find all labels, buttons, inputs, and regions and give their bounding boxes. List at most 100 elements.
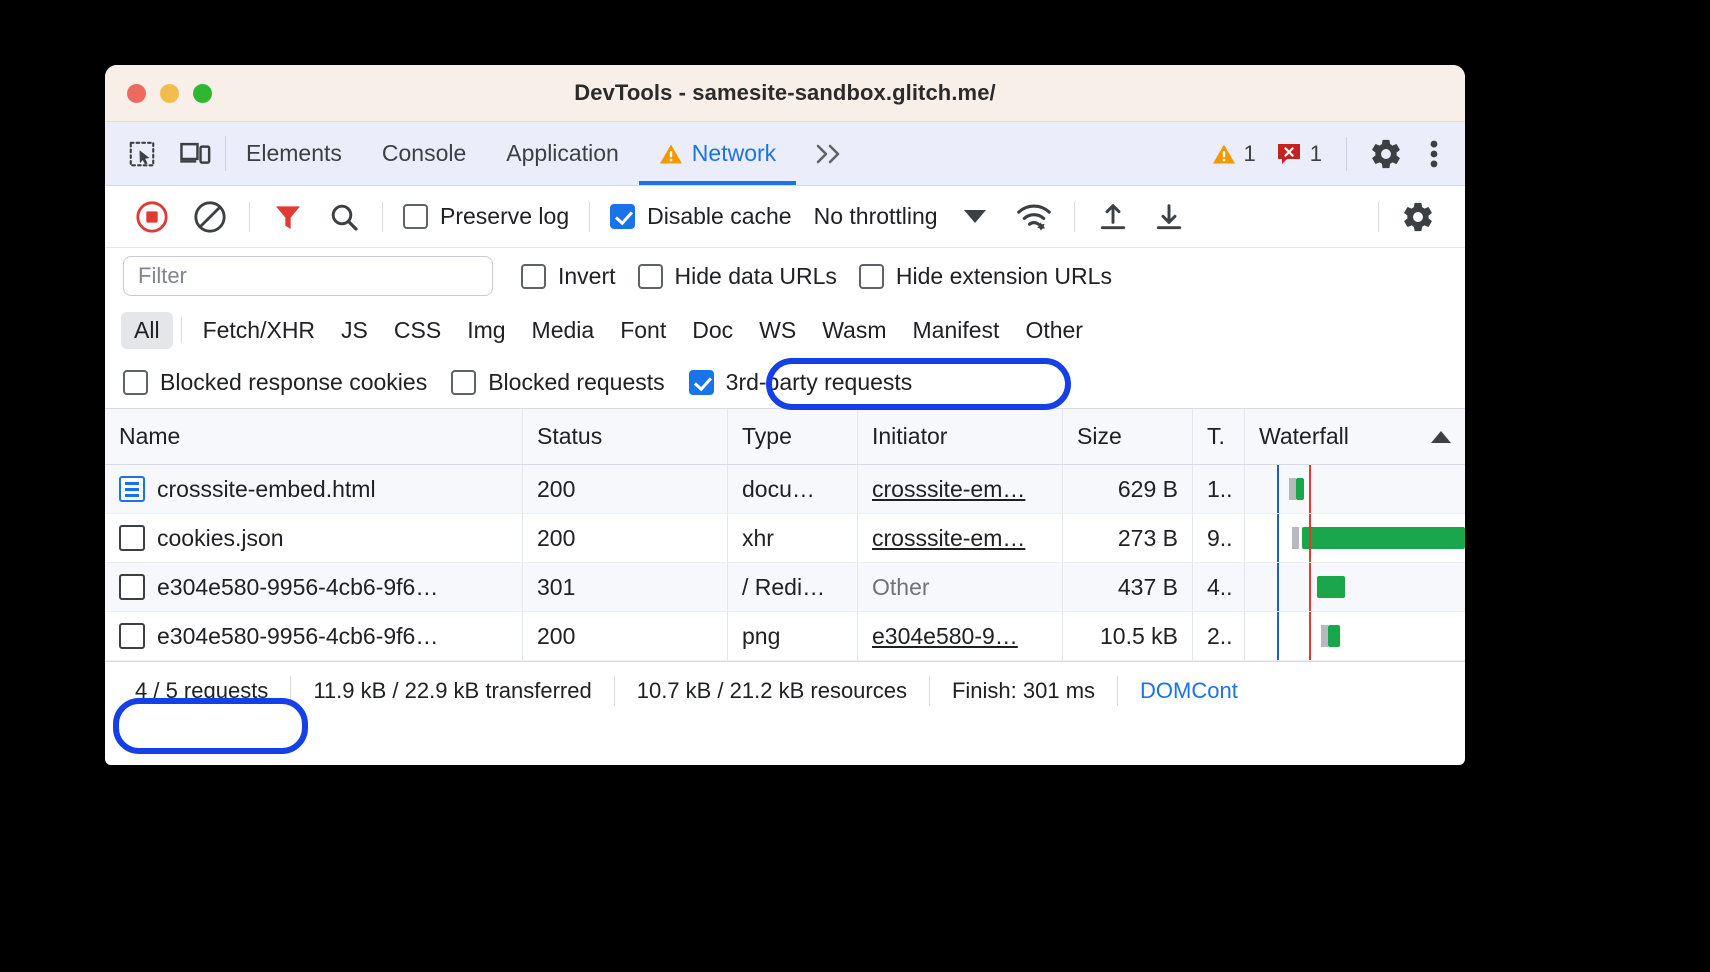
filter-placeholder: Filter — [138, 263, 187, 288]
table-row[interactable]: cookies.json 200 xhr crosssite-em… 273 B… — [105, 514, 1465, 563]
checkbox-box[interactable] — [688, 369, 714, 395]
error-counter[interactable]: 1 — [1276, 141, 1332, 167]
cell-initiator[interactable]: e304e580-9… — [858, 612, 1063, 660]
clear-button[interactable] — [181, 200, 239, 234]
column-header-size[interactable]: Size — [1063, 409, 1193, 464]
checkbox-box[interactable] — [403, 204, 428, 229]
toolbar-divider — [1073, 201, 1075, 232]
tab-elements[interactable]: Elements — [226, 122, 362, 185]
table-row[interactable]: crosssite-embed.html 200 docu… crosssite… — [105, 465, 1465, 514]
checkbox-box[interactable] — [451, 369, 477, 395]
checkbox-box[interactable] — [123, 369, 148, 395]
cell-name[interactable]: crosssite-embed.html — [105, 465, 523, 513]
initiator-link[interactable]: crosssite-em… — [872, 476, 1025, 503]
checkbox-box[interactable] — [521, 263, 546, 289]
cell-name[interactable]: cookies.json — [105, 514, 523, 562]
blocked-requests-checkbox[interactable]: Blocked requests — [451, 369, 665, 396]
blocked-response-cookies-checkbox[interactable]: Blocked response cookies — [123, 369, 427, 396]
toolbar-divider — [1378, 201, 1379, 232]
throttling-select[interactable]: No throttling — [802, 203, 986, 230]
search-button[interactable] — [316, 201, 372, 233]
tab-application[interactable]: Application — [486, 122, 639, 185]
tab-label: Application — [506, 140, 619, 166]
type-filter-all[interactable]: All — [121, 311, 173, 349]
column-header-initiator[interactable]: Initiator — [858, 409, 1063, 464]
record-button[interactable] — [123, 200, 181, 234]
device-toolbar-icon[interactable] — [179, 139, 211, 169]
hide-data-urls-checkbox[interactable]: Hide data URLs — [637, 263, 837, 290]
summary-domcontentloaded: DOMCont — [1140, 677, 1238, 703]
type-filter-wasm[interactable]: Wasm — [809, 312, 899, 349]
cell-name[interactable]: e304e580-9956-4cb6-9f6… — [105, 563, 523, 611]
network-conditions-button[interactable] — [1004, 201, 1064, 233]
checkbox-box[interactable] — [637, 263, 663, 289]
third-party-requests-checkbox[interactable]: 3rd-party requests — [688, 368, 913, 396]
cell-initiator[interactable]: crosssite-em… — [858, 514, 1063, 562]
type-filter-doc[interactable]: Doc — [679, 312, 746, 349]
summary-finish: Finish: 301 ms — [930, 675, 1119, 706]
type-filter-other[interactable]: Other — [1012, 312, 1096, 349]
column-header-name[interactable]: Name — [105, 409, 523, 464]
cell-initiator: Other — [858, 563, 1063, 611]
preserve-log-checkbox[interactable]: Preserve log — [393, 203, 579, 230]
type-filter-css[interactable]: CSS — [381, 312, 454, 349]
type-filter-fetch-xhr[interactable]: Fetch/XHR — [190, 312, 328, 349]
column-header-status[interactable]: Status — [523, 409, 728, 464]
type-filter-ws[interactable]: WS — [746, 312, 809, 349]
waterfall-dcl-marker — [1277, 612, 1279, 660]
column-header-type[interactable]: Type — [728, 409, 858, 464]
type-filter-media[interactable]: Media — [519, 312, 608, 349]
generic-file-icon — [119, 623, 145, 649]
cell-waterfall — [1245, 465, 1465, 513]
document-icon — [119, 476, 145, 502]
inspect-element-icon[interactable] — [127, 139, 157, 169]
third-party-requests-label: 3rd-party requests — [725, 368, 913, 395]
filter-input[interactable]: Filter — [123, 256, 493, 296]
type-filter-manifest[interactable]: Manifest — [900, 312, 1013, 349]
cell-name[interactable]: e304e580-9956-4cb6-9f6… — [105, 612, 523, 660]
type-filter-js[interactable]: JS — [328, 312, 381, 349]
cell-status: 200 — [523, 514, 728, 562]
filter-row: Filter Invert Hide data URLs Hide extens… — [105, 248, 1465, 304]
column-header-waterfall[interactable]: Waterfall — [1245, 409, 1465, 464]
warning-counter[interactable]: 1 — [1212, 141, 1266, 167]
checkbox-box[interactable] — [858, 263, 884, 289]
cell-initiator[interactable]: crosssite-em… — [858, 465, 1063, 513]
chevron-down-icon[interactable] — [963, 210, 986, 223]
request-name: crosssite-embed.html — [157, 475, 376, 502]
summary-requests: 4 / 5 requests — [113, 675, 292, 706]
column-header-time[interactable]: T. — [1193, 409, 1245, 464]
summary-resources: 10.7 kB / 21.2 kB resources — [615, 675, 930, 706]
checkbox-box[interactable] — [610, 204, 636, 229]
export-har-button[interactable] — [1141, 201, 1197, 233]
initiator-link[interactable]: e304e580-9… — [872, 623, 1018, 650]
table-row[interactable]: e304e580-9956-4cb6-9f6… 301 / Redi… Othe… — [105, 563, 1465, 612]
tab-network[interactable]: Network — [638, 122, 797, 185]
disable-cache-checkbox[interactable]: Disable cache — [600, 203, 801, 230]
hide-extension-urls-label: Hide extension URLs — [895, 262, 1112, 289]
import-har-button[interactable] — [1085, 201, 1141, 233]
invert-checkbox[interactable]: Invert — [521, 263, 616, 290]
cell-waterfall — [1245, 514, 1465, 562]
more-filters-row: Blocked response cookies Blocked request… — [105, 356, 1465, 408]
devtools-more-options-button[interactable] — [1421, 137, 1447, 171]
filter-funnel-icon[interactable] — [260, 201, 316, 233]
tab-console[interactable]: Console — [362, 122, 486, 185]
summary-transferred: 11.9 kB / 22.9 kB transferred — [291, 675, 615, 706]
network-summary-bar: 4 / 5 requests 11.9 kB / 22.9 kB transfe… — [105, 661, 1465, 719]
hide-extension-urls-checkbox[interactable]: Hide extension URLs — [858, 262, 1112, 290]
sort-ascending-icon[interactable] — [1431, 430, 1451, 443]
tab-label: Network — [691, 140, 777, 166]
throttling-value: No throttling — [813, 203, 938, 229]
warning-count: 1 — [1243, 140, 1256, 166]
table-row[interactable]: e304e580-9956-4cb6-9f6… 200 png e304e580… — [105, 612, 1465, 661]
type-filter-img[interactable]: Img — [454, 312, 518, 349]
panel-tabs: Elements Console Application Network — [226, 122, 797, 185]
cell-time: 4.. — [1193, 563, 1245, 611]
more-tabs-chevron-icon[interactable] — [796, 122, 862, 185]
type-filter-font[interactable]: Font — [607, 312, 679, 349]
error-count: 1 — [1309, 140, 1322, 166]
initiator-link[interactable]: crosssite-em… — [872, 525, 1025, 552]
network-settings-button[interactable] — [1389, 200, 1447, 234]
devtools-settings-button[interactable] — [1361, 137, 1411, 171]
